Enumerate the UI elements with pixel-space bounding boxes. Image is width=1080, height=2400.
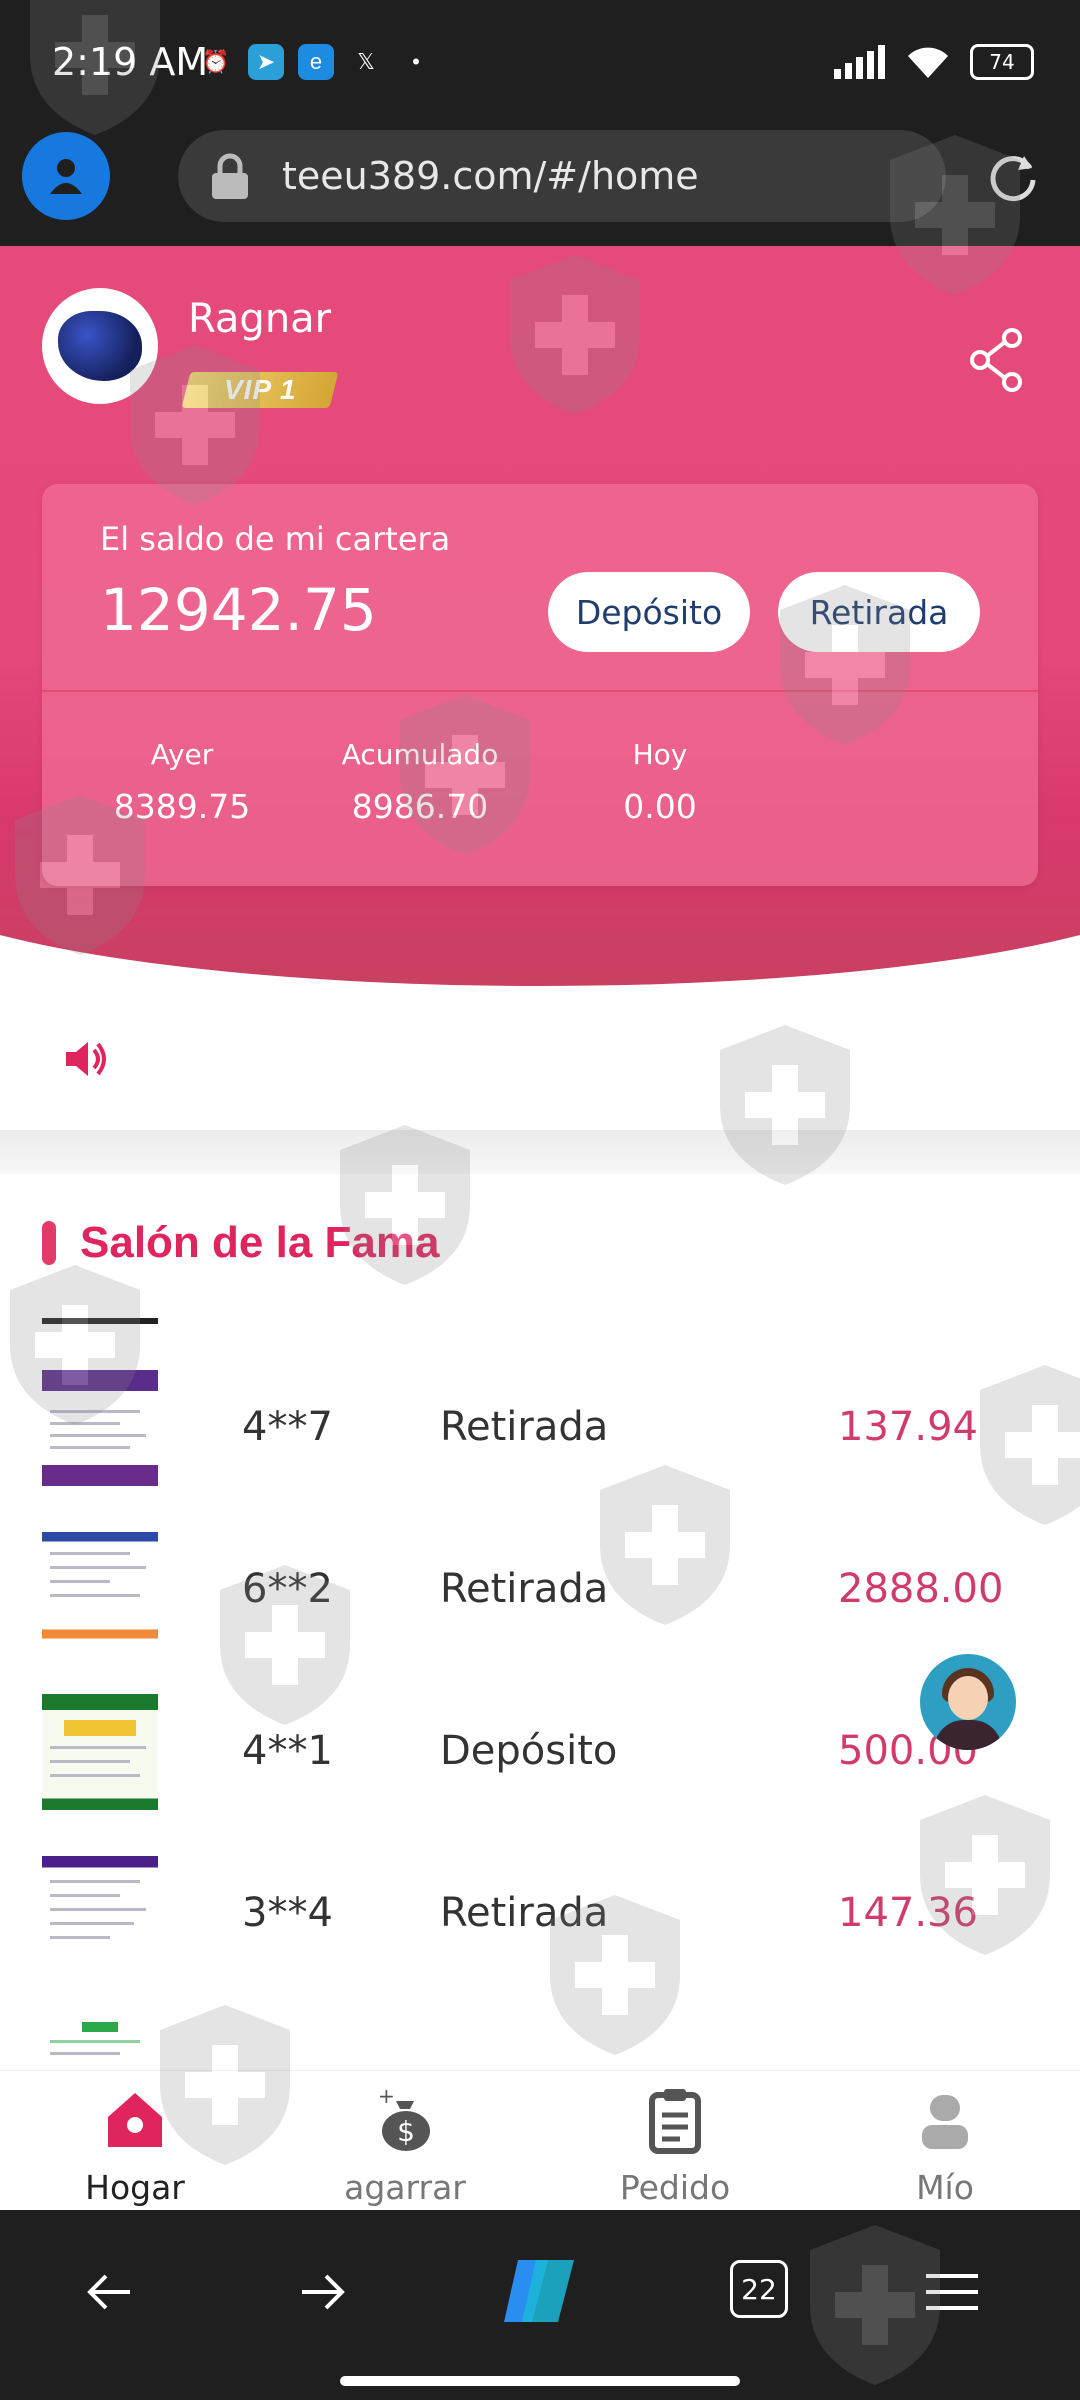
stat-label: Ayer [150,738,214,771]
money-bag-icon: $ + [378,2084,430,2151]
list-item: 4**7 Retirada 137.94 [0,1318,1080,1486]
tab-label: agarrar [344,2168,466,2207]
svg-text:$: $ [397,2115,415,2148]
status-bar: 2:19 AM ⏰ ➤ e 𝕏 • 74 [0,0,1080,130]
masked-user: 6**2 [242,1566,333,1612]
tab-home[interactable]: Hogar [50,2085,220,2207]
tab-grab[interactable]: $ + agarrar [320,2084,490,2207]
bottom-tab-bar: Hogar $ + agarrar Pedido Mío [0,2070,1080,2211]
receipt-thumbnail[interactable] [42,1694,158,1810]
account-header: Ragnar VIP 1 El saldo de mi cartera 1294… [0,246,1080,986]
masked-user: 4**7 [242,1404,333,1450]
avatar[interactable] [42,288,158,404]
masked-user: 4**1 [242,1728,333,1774]
back-arrow-icon[interactable] [80,2262,140,2322]
vip-level: VIP 1 [223,374,297,405]
receipt-thumbnail[interactable] [42,1856,158,1972]
stat-value: 8986.70 [351,787,489,826]
wifi-icon [908,47,948,78]
speaker-icon [66,1042,106,1076]
user-icon [922,2095,968,2149]
withdraw-button[interactable]: Retirada [778,572,980,652]
alarm-icon: ⏰ [202,49,230,74]
transaction-amount: 137.94 [838,1404,978,1450]
stat-value: 0.00 [623,787,697,826]
sapphire-avatar-icon [58,311,142,381]
stat-yesterday: Ayer 8389.75 [82,738,282,826]
masked-user: 3**4 [242,1890,333,1936]
notification-icons: ⏰ ➤ e 𝕏 • [198,44,434,80]
stat-today: Hoy 0.00 [560,738,760,826]
clipboard-icon [649,2089,701,2154]
x-icon: 𝕏 [357,49,375,74]
list-item: 4**1 Depósito 500.00 [0,1642,1080,1810]
user-icon [50,159,82,194]
telegram-icon: ➤ [248,44,284,80]
announcement-bar [0,1010,1080,1120]
home-gesture-bar[interactable] [340,2376,740,2386]
battery-indicator: 74 [970,44,1034,80]
list-item: 3**4 Retirada 147.36 [0,1804,1080,1972]
tab-orders[interactable]: Pedido [590,2085,760,2207]
divider [42,690,1038,692]
address-bar[interactable]: teeu389.com/#/home [178,130,946,222]
tab-label: Pedido [619,2168,731,2207]
stat-label: Acumulado [341,738,499,771]
stat-value: 8389.75 [113,787,251,826]
username: Ragnar [188,296,332,342]
signal-icon [834,45,885,79]
wallet-card: El saldo de mi cartera 12942.75 Depósito… [42,484,1038,886]
hall-of-fame-title: Salón de la Fama [80,1218,440,1267]
transaction-type: Retirada [440,1890,609,1936]
vip-badge: VIP 1 [181,372,339,408]
browser-bottom-nav: 22 [0,2210,1080,2400]
title-accent-bar [42,1221,56,1265]
transaction-type: Retirada [440,1566,609,1612]
tab-mine[interactable]: Mío [860,2085,1030,2207]
section-title: Salón de la Fama [42,1218,439,1268]
svg-text:+: + [378,2085,395,2108]
browser-toolbar: teeu389.com/#/home [0,130,1080,246]
section-divider [0,1130,1080,1174]
transaction-type: Depósito [440,1728,618,1774]
url-text: teeu389.com/#/home [282,154,699,198]
list-item: 6**2 Retirada 2888.00 [0,1480,1080,1648]
forward-arrow-icon[interactable] [292,2262,352,2322]
stat-label: Hoy [632,738,688,771]
customer-support-button[interactable] [920,1654,1016,1750]
receipt-thumbnail[interactable] [42,1532,158,1648]
home-icon [108,2093,162,2147]
edge-icon: e [298,44,334,80]
tab-label: Mío [916,2168,974,2207]
lock-icon [212,153,248,199]
stat-accumulated: Acumulado 8986.70 [320,738,520,826]
tab-label: Hogar [85,2168,185,2207]
transaction-amount: 2888.00 [838,1566,1004,1612]
deposit-button[interactable]: Depósito [548,572,750,652]
status-time: 2:19 AM [52,40,209,84]
receipt-thumbnail[interactable] [42,1370,158,1486]
wallet-label: El saldo de mi cartera [100,520,451,558]
menu-icon[interactable] [922,2262,982,2322]
tab-switcher-button[interactable]: 22 [730,2260,788,2318]
share-icon[interactable] [968,328,1024,392]
transaction-type: Retirada [440,1404,609,1450]
wallet-balance: 12942.75 [100,576,377,644]
profile-button[interactable] [22,132,110,220]
reload-icon[interactable] [986,150,1040,204]
dot-icon: • [412,49,420,74]
copilot-icon[interactable] [498,2256,582,2326]
transaction-amount: 147.36 [838,1890,978,1936]
